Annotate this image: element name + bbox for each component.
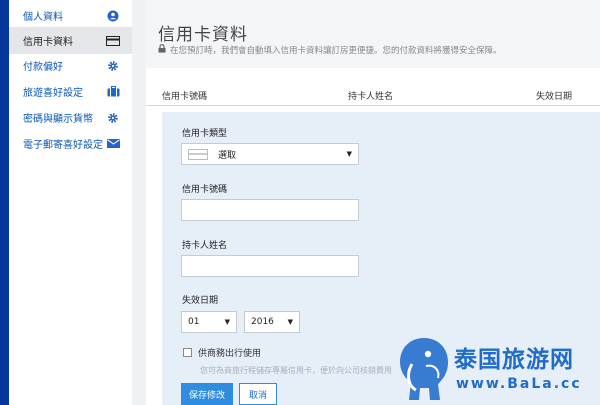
sidebar-item-label: 密碼與顯示貨幣: [23, 114, 93, 125]
sidebar-divider: [132, 0, 146, 405]
sidebar-item-credit-card[interactable]: 信用卡資料: [9, 27, 132, 54]
holder-name-label: 持卡人姓名: [182, 241, 228, 251]
card-type-label: 信用卡類型: [182, 129, 228, 139]
watermark-text: 泰国旅游网: [454, 347, 574, 373]
sidebar-item-label: 電子郵寄喜好設定: [23, 140, 103, 151]
sidebar-item-travel-preferences[interactable]: 旅遊喜好設定: [9, 78, 132, 105]
sidebar-item-password-currency[interactable]: 密碼與顯示貨幣: [9, 104, 132, 131]
credit-card-icon: [106, 35, 120, 47]
page-header: 信用卡資料 在您預訂時，我們會自動填入信用卡資料讓訂房更便捷。您的付款資料將獲得…: [146, 0, 600, 68]
business-use-checkbox[interactable]: [183, 348, 192, 357]
card-type-select[interactable]: 選取 ▼: [181, 143, 359, 165]
card-table-header: 信用卡號碼 持卡人姓名 失效日期: [146, 86, 600, 106]
caret-down-icon: ▼: [224, 318, 230, 326]
sidebar-item-label: 信用卡資料: [23, 37, 73, 48]
site-watermark: 泰国旅游网 www.BaLa.cc: [394, 332, 600, 405]
sidebar-item-label: 旅遊喜好設定: [23, 88, 83, 99]
envelope-icon: [106, 138, 120, 150]
sidebar: 個人資料 信用卡資料 付款偏好 旅遊喜好設定 密碼與顯示貨幣 電子郵寄喜好設定: [0, 0, 132, 405]
sidebar-item-label: 個人資料: [23, 12, 63, 23]
subtitle-text: 在您預訂時，我們會自動填入信用卡資料讓訂房更便捷。您的付款資料將獲得安全保障。: [170, 46, 502, 56]
lock-icon: [158, 44, 166, 56]
sidebar-item-label: 付款偏好: [23, 62, 63, 73]
page-title: 信用卡資料: [158, 25, 248, 45]
column-header-holder-name: 持卡人姓名: [348, 92, 394, 102]
gear-icon: [106, 60, 120, 72]
column-header-card-number: 信用卡號碼: [162, 92, 208, 102]
user-circle-icon: [106, 10, 120, 22]
sidebar-item-email-preferences[interactable]: 電子郵寄喜好設定: [9, 130, 132, 157]
page-subtitle: 在您預訂時，我們會自動填入信用卡資料讓訂房更便捷。您的付款資料將獲得安全保障。: [158, 44, 502, 56]
credit-card-icon: [188, 148, 208, 160]
gear-icon: [106, 112, 120, 124]
card-number-label: 信用卡號碼: [182, 185, 228, 195]
expiry-year-value: 2016: [251, 317, 274, 327]
column-header-expiry: 失效日期: [536, 92, 573, 102]
expiry-year-select[interactable]: 2016 ▼: [244, 311, 300, 333]
sidebar-item-payment-preferences[interactable]: 付款偏好: [9, 52, 132, 79]
save-button[interactable]: 保存修改: [181, 383, 233, 405]
expiry-label: 失效日期: [182, 296, 219, 306]
holder-name-input[interactable]: [181, 255, 359, 277]
watermark-url: www.BaLa.cc: [456, 376, 582, 392]
card-type-value: 選取: [218, 150, 237, 161]
expiry-month-value: 01: [188, 317, 200, 327]
suitcase-icon: [106, 86, 120, 98]
sidebar-item-profile[interactable]: 個人資料: [9, 2, 132, 29]
cancel-button[interactable]: 取消: [239, 383, 277, 405]
card-number-input[interactable]: [181, 199, 359, 221]
elephant-logo: [400, 338, 448, 400]
caret-down-icon: ▼: [287, 318, 293, 326]
business-use-label: 供商務出行使用: [198, 349, 262, 359]
caret-down-icon: ▼: [346, 150, 352, 158]
business-use-hint: 您可為商旅行程儲存專屬信用卡，便於向公司核銷費用: [200, 366, 392, 375]
expiry-month-select[interactable]: 01 ▼: [181, 311, 237, 333]
